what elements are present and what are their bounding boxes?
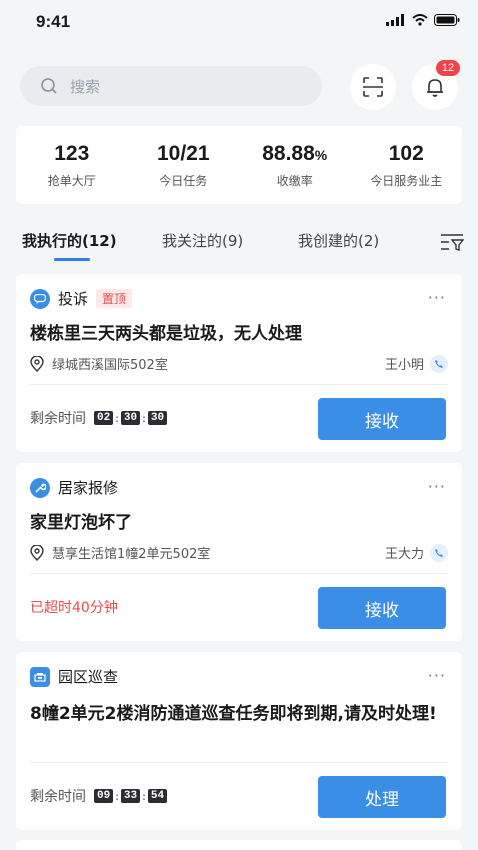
task-card[interactable]: 居家报修 ··· 家里灯泡坏了 慧享生活馆1幢2单元502室 王大力 已超时40… <box>16 463 462 641</box>
divider <box>30 573 448 574</box>
timer-seconds: 30 <box>147 411 168 425</box>
timer-hours: 09 <box>94 789 114 803</box>
timer-hours: 02 <box>94 411 114 425</box>
stat-grab-orders[interactable]: 123 抢单大厅 <box>16 126 128 204</box>
remaining-time-label: 剩余时间 <box>30 411 86 427</box>
search-icon <box>41 78 57 94</box>
stat-label: 收缴率 <box>276 174 313 188</box>
notification-badge: 12 <box>436 60 460 76</box>
bell-icon <box>427 79 443 97</box>
task-card[interactable]: 园区巡查 ··· 8幢2单元2楼消防通道巡查任务即将到期,请及时处理! 剩余时间… <box>16 652 462 830</box>
scan-icon <box>363 77 383 97</box>
stat-served-owners[interactable]: 102 今日服务业主 <box>351 126 463 204</box>
card-assignee: 王小明 <box>384 358 424 373</box>
patrol-icon <box>30 666 50 687</box>
search-row: 搜索 12 <box>0 60 478 110</box>
divider <box>30 762 448 763</box>
stat-value: 102 <box>388 142 424 165</box>
remaining-time-label: 剩余时间 <box>30 789 86 805</box>
complaint-icon <box>30 288 50 309</box>
phone-icon[interactable] <box>430 354 448 373</box>
accept-button[interactable]: 接收 <box>318 587 446 629</box>
card-title: 家里灯泡坏了 <box>30 513 132 533</box>
scan-button[interactable] <box>350 64 396 110</box>
stat-value: 88.88% <box>262 142 328 165</box>
countdown-timer: 09: 33: 54 <box>94 789 168 803</box>
card-header: 居家报修 <box>30 477 118 498</box>
stat-label: 抢单大厅 <box>47 174 96 188</box>
tab-active-indicator <box>54 258 90 261</box>
stat-label: 今日任务 <box>159 174 208 188</box>
status-icons <box>386 14 460 26</box>
task-card[interactable]: 投诉 置顶 ··· 楼栋里三天两头都是垃圾，无人处理 绿城西溪国际502室 王小… <box>16 274 462 452</box>
timer-seconds: 54 <box>147 789 168 803</box>
card-type-label: 居家报修 <box>58 479 119 497</box>
card-footer-status: 剩余时间 02: 30: 30 <box>30 408 168 428</box>
task-tabs: 我执行的(12) 我关注的(9) 我创建的(2) <box>0 226 478 266</box>
location-icon <box>30 544 44 561</box>
battery-icon <box>434 14 460 26</box>
wifi-icon <box>412 14 428 26</box>
more-options-icon[interactable]: ··· <box>428 288 446 307</box>
card-address: 慧享生活馆1幢2单元502室 <box>52 547 211 562</box>
stat-today-tasks[interactable]: 10/21 今日任务 <box>128 126 240 204</box>
card-header: 园区巡查 <box>30 666 118 687</box>
status-time: 9:41 <box>36 12 71 31</box>
search-placeholder: 搜索 <box>70 77 101 96</box>
filter-icon[interactable] <box>440 232 464 252</box>
signal-icon <box>386 14 404 26</box>
repair-wrench-icon <box>30 477 50 498</box>
stat-value: 123 <box>54 142 90 165</box>
accept-button[interactable]: 接收 <box>318 398 446 440</box>
task-card[interactable] <box>16 840 462 850</box>
phone-icon[interactable] <box>430 543 448 562</box>
stat-value: 10/21 <box>156 142 210 165</box>
countdown-timer: 02: 30: 30 <box>94 411 168 425</box>
search-input[interactable]: 搜索 <box>20 66 322 106</box>
location-icon <box>30 355 44 372</box>
timer-minutes: 33 <box>120 789 141 803</box>
card-footer-status: 已超时40分钟 <box>30 597 118 617</box>
card-footer-status: 剩余时间 09: 33: 54 <box>30 786 168 806</box>
stat-label: 今日服务业主 <box>370 174 443 188</box>
tab-executing[interactable]: 我执行的(12) <box>22 230 117 251</box>
overdue-label: 已超时40分钟 <box>30 600 118 616</box>
stat-collection-rate[interactable]: 88.88% 收缴率 <box>239 126 351 204</box>
notification-button[interactable]: 12 <box>412 60 460 110</box>
card-type-label: 园区巡查 <box>58 668 119 686</box>
divider <box>30 384 448 385</box>
tab-created[interactable]: 我创建的(2) <box>298 230 379 251</box>
more-options-icon[interactable]: ··· <box>428 477 446 496</box>
card-assignee: 王大力 <box>384 547 424 562</box>
card-header: 投诉 置顶 <box>30 288 133 309</box>
card-title: 楼栋里三天两头都是垃圾，无人处理 <box>30 324 302 344</box>
stats-panel: 123 抢单大厅 10/21 今日任务 88.88% 收缴率 102 今日服务业… <box>16 126 462 204</box>
more-options-icon[interactable]: ··· <box>428 666 446 685</box>
card-address: 绿城西溪国际502室 <box>52 358 168 373</box>
card-title: 8幢2单元2楼消防通道巡查任务即将到期,请及时处理! <box>30 704 437 724</box>
timer-minutes: 30 <box>120 411 141 425</box>
pinned-tag: 置顶 <box>96 289 133 308</box>
card-type-label: 投诉 <box>58 290 89 308</box>
status-bar: 9:41 <box>0 0 478 48</box>
card-address-row: 慧享生活馆1幢2单元502室 王大力 <box>30 543 448 562</box>
tab-following[interactable]: 我关注的(9) <box>162 230 243 251</box>
process-button[interactable]: 处理 <box>318 776 446 818</box>
card-address-row: 绿城西溪国际502室 王小明 <box>30 354 448 373</box>
